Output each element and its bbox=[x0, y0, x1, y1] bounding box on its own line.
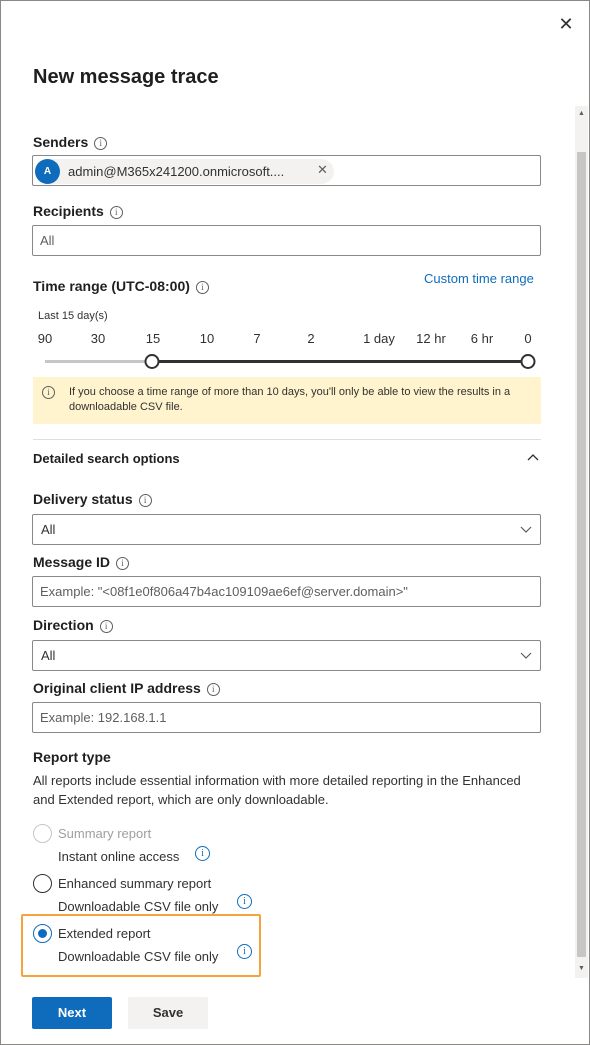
scrollbar-thumb[interactable] bbox=[577, 152, 586, 957]
message-id-input[interactable]: Example: "<08f1e0f806a47b4ac109109ae6ef@… bbox=[32, 576, 541, 607]
slider-tick-label: 12 hr bbox=[416, 331, 446, 346]
avatar: A bbox=[35, 159, 60, 184]
warning-text: If you choose a time range of more than … bbox=[69, 386, 511, 413]
save-button[interactable]: Save bbox=[128, 997, 208, 1029]
radio-enhanced-summary-report[interactable] bbox=[33, 874, 52, 893]
recipients-label-text: Recipients bbox=[33, 203, 104, 219]
slider-start-handle[interactable] bbox=[144, 354, 160, 369]
scroll-up-arrow-icon[interactable]: ▲ bbox=[575, 110, 588, 120]
slider-tick-label: 15 bbox=[145, 331, 161, 346]
divider bbox=[33, 439, 541, 440]
info-icon[interactable]: i bbox=[237, 944, 252, 959]
radio-summary-report[interactable] bbox=[33, 824, 52, 843]
extended-report-label: Extended report bbox=[58, 926, 151, 941]
direction-value: All bbox=[41, 648, 56, 663]
radio-extended-report[interactable] bbox=[33, 924, 52, 943]
senders-label-text: Senders bbox=[33, 134, 89, 150]
sender-chip: A admin@M365x241200.onmicrosoft.... ✕ bbox=[35, 159, 334, 184]
info-icon[interactable]: i bbox=[116, 557, 130, 570]
sender-chip-text: admin@M365x241200.onmicrosoft.... bbox=[68, 164, 285, 179]
chevron-down-icon bbox=[520, 526, 532, 533]
slider-tick-label: 6 hr bbox=[470, 331, 494, 346]
report-type-label: Report type bbox=[33, 749, 111, 765]
client-ip-input[interactable]: Example: 192.168.1.1 bbox=[32, 702, 541, 733]
summary-report-label: Summary report bbox=[58, 826, 152, 841]
detailed-search-header[interactable]: Detailed search options bbox=[33, 451, 180, 466]
delivery-status-label: Delivery status i bbox=[33, 491, 152, 507]
direction-label-text: Direction bbox=[33, 617, 94, 633]
chevron-down-icon bbox=[520, 652, 532, 659]
time-range-label: Time range (UTC-08:00) i bbox=[33, 278, 209, 294]
message-id-label-text: Message ID bbox=[33, 554, 111, 570]
report-type-description: All reports include essential informatio… bbox=[33, 773, 521, 807]
custom-time-range-link[interactable]: Custom time range bbox=[424, 271, 534, 286]
direction-label: Direction i bbox=[33, 617, 113, 633]
info-icon: i bbox=[42, 386, 55, 399]
delivery-status-select[interactable]: All bbox=[32, 514, 541, 545]
slider-end-handle[interactable] bbox=[520, 354, 536, 369]
close-icon[interactable]: ✕ bbox=[556, 14, 576, 34]
slider-tick-label: 10 bbox=[199, 331, 215, 346]
scroll-down-arrow-icon[interactable]: ▼ bbox=[575, 965, 588, 975]
recipients-input[interactable]: All bbox=[32, 225, 541, 256]
info-icon[interactable]: i bbox=[138, 494, 152, 507]
enhanced-summary-report-label: Enhanced summary report bbox=[58, 876, 212, 891]
remove-sender-icon[interactable]: ✕ bbox=[317, 162, 328, 178]
slider-tick-label: 1 day bbox=[363, 331, 395, 346]
page-title: New message trace bbox=[33, 66, 219, 88]
highlight-box bbox=[21, 914, 261, 977]
direction-select[interactable]: All bbox=[32, 640, 541, 671]
chevron-up-icon[interactable] bbox=[527, 452, 539, 464]
info-icon[interactable]: i bbox=[195, 846, 210, 861]
info-icon[interactable]: i bbox=[206, 683, 220, 696]
slider-selected-range bbox=[152, 360, 528, 363]
time-range-label-text: Time range (UTC-08:00) bbox=[33, 278, 190, 294]
client-ip-label: Original client IP address i bbox=[33, 680, 220, 696]
slider-tick-label: 0 bbox=[524, 331, 532, 346]
recipients-label: Recipients i bbox=[33, 203, 123, 219]
info-icon[interactable]: i bbox=[195, 281, 209, 294]
info-icon[interactable]: i bbox=[237, 894, 252, 909]
extended-report-sub: Downloadable CSV file only bbox=[58, 949, 219, 964]
scrollbar[interactable]: ▲ ▼ bbox=[575, 106, 588, 978]
senders-label: Senders i bbox=[33, 134, 108, 150]
client-ip-label-text: Original client IP address bbox=[33, 680, 201, 696]
slider-tick-label: 2 bbox=[307, 331, 315, 346]
next-button[interactable]: Next bbox=[32, 997, 112, 1029]
message-id-label: Message ID i bbox=[33, 554, 130, 570]
warning-banner: i If you choose a time range of more tha… bbox=[33, 377, 541, 424]
delivery-status-value: All bbox=[41, 522, 56, 537]
slider-tick-label: 90 bbox=[37, 331, 53, 346]
slider-tick-label: 7 bbox=[253, 331, 261, 346]
enhanced-summary-report-sub: Downloadable CSV file only bbox=[58, 899, 219, 914]
info-icon[interactable]: i bbox=[99, 620, 113, 633]
info-icon[interactable]: i bbox=[94, 137, 108, 150]
summary-report-sub: Instant online access bbox=[58, 849, 180, 864]
delivery-status-label-text: Delivery status bbox=[33, 491, 133, 507]
info-icon[interactable]: i bbox=[109, 206, 123, 219]
selected-range-caption: Last 15 day(s) bbox=[38, 310, 108, 322]
slider-tick-label: 30 bbox=[90, 331, 106, 346]
